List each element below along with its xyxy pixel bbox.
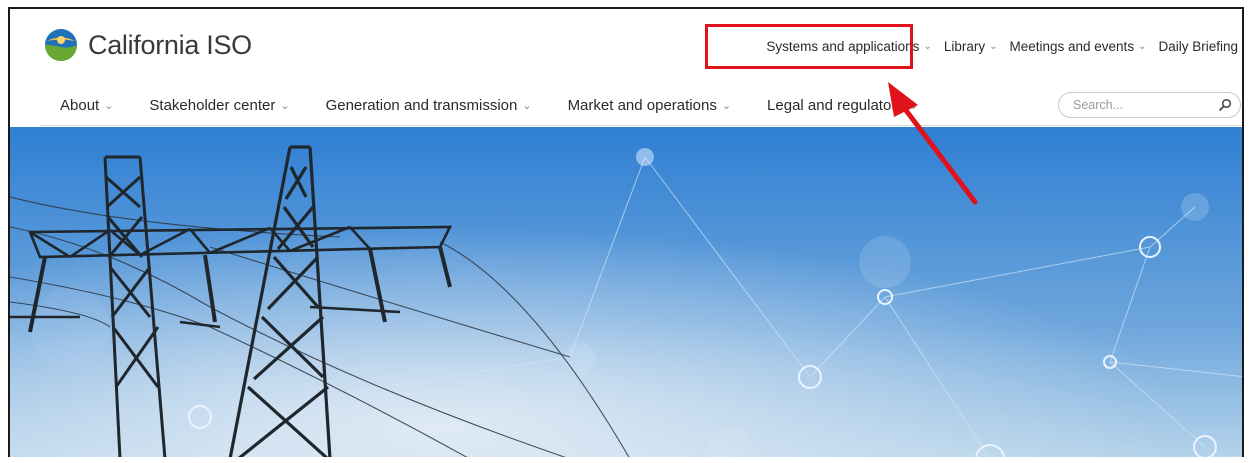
main-nav: About ⌄ Stakeholder center ⌄ Generation … bbox=[60, 97, 954, 114]
utility-item-meetings[interactable]: Meetings and events ⌄ bbox=[1009, 39, 1158, 54]
utility-item-daily-briefing[interactable]: Daily Briefing bbox=[1158, 39, 1238, 54]
chevron-down-icon: ⌄ bbox=[1138, 41, 1147, 52]
nav-item-legal-regulatory[interactable]: Legal and regulatory ⌄ bbox=[767, 97, 918, 114]
utility-item-systems[interactable]: Systems and applications ⌄ bbox=[766, 39, 943, 54]
nav-item-label: Generation and transmission bbox=[325, 97, 518, 114]
chevron-down-icon: ⌄ bbox=[104, 100, 114, 112]
sun-leaf-logo-icon bbox=[45, 29, 77, 61]
chevron-down-icon: ⌄ bbox=[923, 41, 932, 52]
utility-item-label: Daily Briefing bbox=[1158, 39, 1238, 54]
browser-frame: California ISO Systems and applications … bbox=[8, 7, 1244, 457]
search-input[interactable] bbox=[1071, 97, 1215, 113]
nav-item-stakeholder-center[interactable]: Stakeholder center ⌄ bbox=[149, 97, 289, 114]
brand-name: California ISO bbox=[88, 29, 252, 60]
nav-item-label: Legal and regulatory bbox=[767, 97, 904, 114]
nav-item-generation-transmission[interactable]: Generation and transmission ⌄ bbox=[326, 97, 532, 114]
transmission-tower-hero-graphic bbox=[10, 127, 1242, 457]
nav-item-label: About bbox=[60, 97, 100, 114]
search-icon[interactable] bbox=[1218, 98, 1232, 112]
nav-item-label: Stakeholder center bbox=[149, 97, 276, 114]
site-logo[interactable]: California ISO bbox=[44, 28, 252, 62]
search-box bbox=[1058, 92, 1241, 118]
chevron-down-icon: ⌄ bbox=[522, 100, 532, 112]
nav-divider bbox=[40, 125, 1242, 126]
nav-item-market-operations[interactable]: Market and operations ⌄ bbox=[568, 97, 731, 114]
utility-item-label: Library bbox=[943, 39, 986, 54]
chevron-down-icon: ⌄ bbox=[280, 100, 290, 112]
chevron-down-icon: ⌄ bbox=[908, 100, 919, 112]
utility-item-label: Meetings and events bbox=[1009, 39, 1135, 54]
chevron-down-icon: ⌄ bbox=[989, 41, 998, 52]
utility-nav: Systems and applications ⌄ Library ⌄ Mee… bbox=[766, 39, 1238, 54]
nav-item-about[interactable]: About ⌄ bbox=[60, 97, 113, 114]
nav-item-label: Market and operations bbox=[567, 97, 717, 114]
hero-image bbox=[10, 127, 1242, 457]
utility-item-label: Systems and applications bbox=[766, 39, 920, 54]
chevron-down-icon: ⌄ bbox=[721, 100, 732, 112]
utility-item-library[interactable]: Library ⌄ bbox=[944, 39, 1010, 54]
